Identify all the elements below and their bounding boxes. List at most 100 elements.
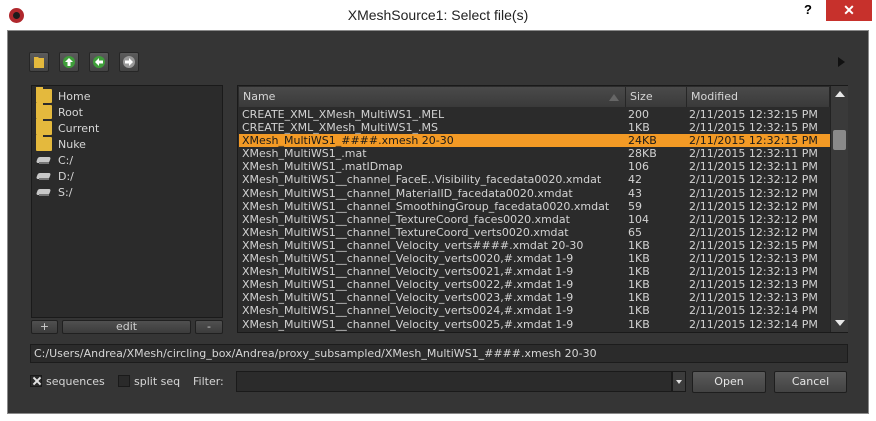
path-input[interactable]: C:/Users/Andrea/XMesh/circling_box/Andre… — [30, 344, 848, 363]
folder-icon — [36, 103, 52, 119]
favorite-drive-c[interactable]: C:/ — [36, 152, 73, 168]
remove-favorite-button[interactable]: - — [195, 320, 223, 334]
file-list[interactable]: Name Size Modified CREATE_XML_XMesh_Mult… — [237, 85, 848, 333]
file-row[interactable]: XMesh_MultiWS1__channel_Velocity_verts00… — [239, 265, 830, 278]
favorite-label: C:/ — [58, 153, 74, 167]
file-modified-cell: 2/11/2015 12:32:11 PM — [689, 160, 818, 174]
file-row[interactable]: CREATE_XML_XMesh_MultiWS1_.MS 1KB 2/11/201… — [239, 121, 830, 134]
file-size-cell: 59 — [628, 199, 642, 213]
preview-toggle-arrow-icon[interactable] — [838, 57, 845, 67]
favorite-nuke[interactable]: Nuke — [36, 135, 86, 152]
file-size-cell: 24KB — [628, 134, 657, 148]
parent-folder-button[interactable] — [59, 52, 79, 72]
file-size-cell: 1KB — [628, 265, 650, 279]
file-name-cell: XMesh_MultiWS1__channel_Velocity_verts00… — [242, 278, 574, 292]
drive-icon — [36, 169, 52, 183]
favorite-label: D:/ — [58, 169, 74, 183]
cancel-button[interactable]: Cancel — [774, 371, 847, 393]
favorite-label: Home — [58, 89, 91, 103]
file-modified-cell: 2/11/2015 12:32:13 PM — [689, 265, 818, 279]
file-modified-cell: 2/11/2015 12:32:12 PM — [689, 173, 818, 187]
file-modified-cell: 2/11/2015 12:32:15 PM — [689, 108, 818, 121]
forward-button[interactable] — [119, 52, 139, 72]
filter-dropdown-chevron-icon[interactable] — [672, 371, 686, 392]
file-row[interactable]: XMesh_MultiWS1_.mat 28KB 2/11/2015 12:32:1… — [239, 147, 830, 160]
file-name-cell: XMesh_MultiWS1_.mat — [242, 147, 367, 161]
file-modified-cell: 2/11/2015 12:32:13 PM — [689, 291, 818, 305]
file-row[interactable]: XMesh_MultiWS1__channel_TextureCoord_fac… — [239, 213, 830, 226]
back-arrow-icon — [93, 56, 105, 68]
file-size-cell: 1KB — [628, 238, 650, 252]
sequences-label: sequences — [46, 375, 105, 388]
file-size-cell: 65 — [628, 225, 642, 239]
column-header-name[interactable]: Name — [239, 87, 626, 107]
window-title: XMeshSource1: Select file(s) — [347, 7, 529, 23]
file-modified-cell: 2/11/2015 12:32:11 PM — [689, 147, 818, 161]
file-size-cell: 1KB — [628, 278, 650, 292]
file-modified-cell: 2/11/2015 12:32:14 PM — [689, 304, 818, 318]
file-size-cell: 1KB — [628, 252, 650, 266]
file-modified-cell: 2/11/2015 12:32:12 PM — [689, 199, 818, 213]
file-size-cell: 42 — [628, 173, 642, 187]
column-header-size[interactable]: Size — [626, 87, 687, 107]
file-name-cell: XMesh_MultiWS1__channel_MaterialID_faced… — [242, 186, 573, 200]
open-button[interactable]: Open — [692, 371, 766, 393]
file-row[interactable]: XMesh_MultiWS1__channel_Velocity_verts##… — [239, 239, 830, 252]
help-button[interactable]: ? — [799, 2, 817, 20]
scroll-down-icon[interactable] — [835, 320, 845, 326]
file-name-cell: XMesh_MultiWS1__channel_Velocity_verts00… — [242, 304, 574, 318]
file-name-cell: XMesh_MultiWS1__channel_Velocity_verts##… — [242, 238, 584, 252]
file-row[interactable]: XMesh_MultiWS1__channel_Velocity_verts00… — [239, 318, 830, 331]
file-row[interactable]: XMesh_MultiWS1__channel_Velocity_verts00… — [239, 304, 830, 317]
file-rows: CREATE_XML_XMesh_MultiWS1_.MEL 200 2/11/20… — [239, 108, 830, 332]
filter-input[interactable] — [236, 371, 672, 392]
file-row[interactable]: XMesh_MultiWS1__channel_SmoothingGroup_f… — [239, 200, 830, 213]
split-seq-checkbox[interactable] — [118, 375, 130, 387]
back-button[interactable] — [89, 52, 109, 72]
file-size-cell: 1KB — [628, 121, 650, 135]
file-row[interactable]: XMesh_MultiWS1__channel_FaceE..Visibilit… — [239, 173, 830, 186]
file-name-cell: XMesh_MultiWS1__channel_TextureCoord_ver… — [242, 225, 569, 239]
file-size-cell: 1KB — [628, 291, 650, 305]
file-modified-cell: 2/11/2015 12:32:13 PM — [689, 252, 818, 266]
new-folder-button[interactable] — [29, 52, 49, 72]
favorite-label: Root — [58, 105, 83, 119]
file-row[interactable]: XMesh_MultiWS1__channel_Velocity_verts00… — [239, 252, 830, 265]
scroll-up-icon[interactable] — [835, 91, 845, 97]
close-button[interactable]: ✕ — [826, 0, 872, 21]
scroll-thumb[interactable] — [833, 130, 846, 150]
file-modified-cell: 2/11/2015 12:32:12 PM — [689, 212, 818, 226]
file-modified-cell: 2/11/2015 12:32:12 PM — [689, 186, 818, 200]
favorite-current[interactable]: Current — [36, 119, 99, 136]
file-name-cell: XMesh_MultiWS1__channel_Velocity_verts00… — [242, 265, 574, 279]
favorite-home[interactable]: Home — [36, 87, 91, 104]
file-name-cell: XMesh_MultiWS1_.matIDmap — [242, 160, 403, 174]
file-name-cell: XMesh_MultiWS1__channel_Velocity_verts00… — [242, 291, 574, 305]
folder-icon — [36, 119, 52, 135]
file-row[interactable]: CREATE_XML_XMesh_MultiWS1_.MEL 200 2/11/20… — [239, 108, 830, 121]
file-size-cell: 1KB — [628, 304, 650, 318]
file-modified-cell: 2/11/2015 12:32:15 PM — [689, 238, 818, 252]
column-header-modified[interactable]: Modified — [687, 87, 830, 107]
file-row[interactable]: XMesh_MultiWS1__channel_MaterialID_faced… — [239, 187, 830, 200]
up-arrow-icon — [63, 56, 75, 68]
title-bar: XMeshSource1: Select file(s) ? ✕ — [0, 0, 876, 31]
file-row[interactable]: XMesh_MultiWS1__channel_TextureCoord_ver… — [239, 226, 830, 239]
favorite-root[interactable]: Root — [36, 103, 83, 120]
file-size-cell: 1KB — [628, 317, 650, 331]
favorite-label: Nuke — [58, 137, 86, 151]
favorite-drive-d[interactable]: D:/ — [36, 168, 74, 184]
file-name-cell: CREATE_XML_XMesh_MultiWS1_.MEL — [242, 108, 445, 121]
file-row[interactable]: XMesh_MultiWS1__channel_Velocity_verts00… — [239, 291, 830, 304]
file-row[interactable]: XMesh_MultiWS1_.matIDmap 106 2/11/2015 12:… — [239, 160, 830, 173]
file-modified-cell: 2/11/2015 12:32:13 PM — [689, 278, 818, 292]
file-row[interactable]: XMesh_MultiWS1_####.xmesh 20-30 24KB 2/11/… — [239, 134, 830, 148]
sequences-checkbox[interactable] — [30, 375, 42, 387]
vertical-scrollbar[interactable] — [830, 86, 848, 332]
file-size-cell: 28KB — [628, 147, 657, 161]
add-favorite-button[interactable]: + — [31, 320, 58, 334]
file-row[interactable]: XMesh_MultiWS1__channel_Velocity_verts00… — [239, 278, 830, 291]
edit-favorites-button[interactable]: edit — [62, 320, 191, 334]
file-name-cell: XMesh_MultiWS1__channel_TextureCoord_fac… — [242, 212, 570, 226]
favorite-drive-s[interactable]: S:/ — [36, 184, 72, 200]
